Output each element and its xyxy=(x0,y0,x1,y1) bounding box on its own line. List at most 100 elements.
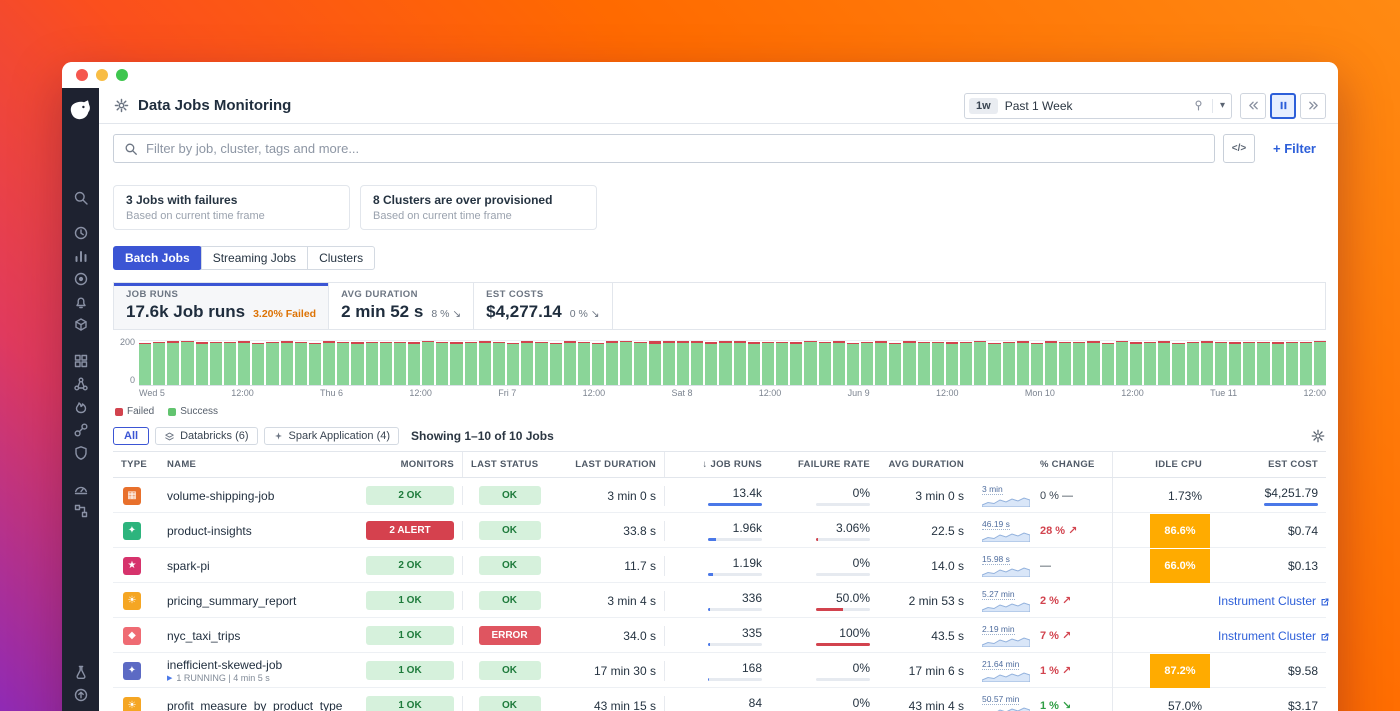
search-icon[interactable] xyxy=(73,190,89,206)
table-row[interactable]: ☀ pricing_summary_report 1 OK OK 3 min 4… xyxy=(113,583,1326,618)
datadog-logo[interactable] xyxy=(69,98,93,122)
chart-bar xyxy=(1116,341,1128,385)
column-header-type[interactable]: TYPE xyxy=(113,452,159,477)
table-row[interactable]: ☀ profit_measure_by_product_type 1 OK OK… xyxy=(113,688,1326,711)
chart-bar xyxy=(1045,341,1057,385)
stat-job-runs[interactable]: JOB RUNS 17.6k Job runs 3.20% Failed xyxy=(114,283,329,329)
fast-forward-button[interactable] xyxy=(1300,93,1326,119)
column-header--change[interactable]: % CHANGE xyxy=(1032,452,1112,477)
zoom-window-button[interactable] xyxy=(116,69,128,81)
pipelines-icon[interactable] xyxy=(73,503,89,519)
pause-button[interactable] xyxy=(1270,93,1296,119)
table-row[interactable]: ✦ product-insights 2 ALERT OK 33.8 s 1.9… xyxy=(113,513,1326,548)
job-name[interactable]: volume-shipping-job xyxy=(167,489,350,503)
job-runs-bar xyxy=(708,538,762,541)
table-row[interactable]: ▦ volume-shipping-job 2 OK OK 3 min 0 s … xyxy=(113,478,1326,513)
table-row[interactable]: ◆ nyc_taxi_trips 1 OK ERROR 34.0 s 335 1… xyxy=(113,618,1326,653)
filter-chip-all[interactable]: All xyxy=(113,427,149,445)
monitors-cell: 1 OK xyxy=(358,591,462,610)
job-name[interactable]: product-insights xyxy=(167,524,350,538)
deploy-icon[interactable] xyxy=(73,687,89,703)
minimize-window-button[interactable] xyxy=(96,69,108,81)
chevron-down-icon[interactable]: ▾ xyxy=(1212,99,1225,113)
filter-chip-databricks-6-[interactable]: Databricks (6) xyxy=(155,427,257,445)
monitors-icon[interactable] xyxy=(73,294,89,310)
instrument-cluster-link[interactable]: Instrument Cluster xyxy=(1218,594,1330,608)
x-axis-tick: Wed 5 xyxy=(139,388,165,398)
links-icon[interactable] xyxy=(73,422,89,438)
add-filter-button[interactable]: + Filter xyxy=(1263,141,1326,156)
close-window-button[interactable] xyxy=(76,69,88,81)
job-runs-chart[interactable]: 200 0 Wed 512:00Thu 612:00Fri 712:00Sat … xyxy=(113,340,1326,398)
table-row[interactable]: ★ spark-pi 2 OK OK 11.7 s 1.19k 0% 14.0 … xyxy=(113,548,1326,583)
job-type-cell: ✦ xyxy=(113,522,159,540)
avg-duration-cell: 17 min 6 s xyxy=(878,664,972,678)
chart-bar xyxy=(1300,342,1312,385)
column-header-avg-duration[interactable]: AVG DURATION xyxy=(878,452,972,477)
failure-rate-cell: 3.06% xyxy=(770,521,878,541)
status-pill: OK xyxy=(479,521,541,540)
instrument-cluster-link[interactable]: Instrument Cluster xyxy=(1218,629,1330,643)
avg-duration-sparkline-cell: 2.19 min xyxy=(972,624,1032,648)
table-row[interactable]: ✦ inefficient-skewed-job ▶1 RUNNING | 4 … xyxy=(113,653,1326,688)
insight-card[interactable]: 3 Jobs with failures Based on current ti… xyxy=(113,185,350,230)
job-name-cell[interactable]: profit_measure_by_product_type xyxy=(159,699,358,711)
time-range-picker[interactable]: 1w Past 1 Week ▾ xyxy=(964,93,1232,119)
job-type-cell: ☀ xyxy=(113,592,159,610)
playback-controls xyxy=(1240,93,1326,119)
search-row: </> + Filter xyxy=(99,124,1338,173)
tab-streaming-jobs[interactable]: Streaming Jobs xyxy=(201,246,308,270)
last-status-cell: OK xyxy=(462,556,556,575)
metrics-icon[interactable] xyxy=(73,248,89,264)
chart-bar xyxy=(535,342,547,385)
idle-cpu-cell: 57.0% xyxy=(1112,688,1210,711)
stat-avg-duration[interactable]: AVG DURATION 2 min 52 s 8 % ↘ xyxy=(329,283,474,329)
column-header-name[interactable]: NAME xyxy=(159,452,358,477)
history-icon[interactable] xyxy=(73,225,89,241)
apm-icon[interactable] xyxy=(73,399,89,415)
job-name[interactable]: inefficient-skewed-job xyxy=(167,658,350,672)
job-name-cell[interactable]: nyc_taxi_trips xyxy=(159,629,358,643)
gauge-icon[interactable] xyxy=(73,480,89,496)
column-header-est-cost[interactable]: EST COST xyxy=(1210,452,1326,477)
job-name-cell[interactable]: product-insights xyxy=(159,524,358,538)
column-header-last-duration[interactable]: LAST DURATION xyxy=(556,452,664,477)
job-name-cell[interactable]: pricing_summary_report xyxy=(159,594,358,608)
job-name-cell[interactable]: inefficient-skewed-job ▶1 RUNNING | 4 mi… xyxy=(159,658,358,683)
job-name[interactable]: nyc_taxi_trips xyxy=(167,629,350,643)
job-name[interactable]: profit_measure_by_product_type xyxy=(167,699,350,711)
failure-rate-bar xyxy=(816,643,870,646)
chart-bars xyxy=(139,340,1326,386)
filter-search-input[interactable] xyxy=(146,141,1204,156)
tab-clusters[interactable]: Clusters xyxy=(307,246,375,270)
legend-item-success[interactable]: Success xyxy=(168,406,218,417)
job-name-cell[interactable]: volume-shipping-job xyxy=(159,489,358,503)
filter-chip-spark-application-4-[interactable]: Spark Application (4) xyxy=(264,427,400,445)
job-name[interactable]: spark-pi xyxy=(167,559,350,573)
column-header-monitors[interactable]: MONITORS xyxy=(358,452,462,477)
column-header-last-status[interactable]: LAST STATUS xyxy=(462,452,556,477)
processes-icon[interactable] xyxy=(73,353,89,369)
security-icon[interactable] xyxy=(73,445,89,461)
network-icon[interactable] xyxy=(73,376,89,392)
chart-bar xyxy=(465,342,477,385)
stat-est-costs[interactable]: EST COSTS $4,277.14 0 % ↘ xyxy=(474,283,612,329)
query-syntax-button[interactable]: </> xyxy=(1223,134,1255,163)
insight-card[interactable]: 8 Clusters are over provisioned Based on… xyxy=(360,185,597,230)
job-name[interactable]: pricing_summary_report xyxy=(167,594,350,608)
watchdog-icon[interactable] xyxy=(73,271,89,287)
legend-item-failed[interactable]: Failed xyxy=(115,406,154,417)
tab-batch-jobs[interactable]: Batch Jobs xyxy=(113,246,202,270)
column-header-failure-rate[interactable]: FAILURE RATE xyxy=(770,452,878,477)
column-header-idle-cpu[interactable]: IDLE CPU xyxy=(1112,452,1210,477)
table-settings-gear-icon[interactable] xyxy=(1310,428,1326,444)
column-header-job-runs[interactable]: ↓ JOB RUNS xyxy=(664,452,770,477)
infrastructure-icon[interactable] xyxy=(73,317,89,333)
flask-icon[interactable] xyxy=(73,664,89,680)
chart-bar xyxy=(1286,342,1298,385)
job-name-cell[interactable]: spark-pi xyxy=(159,559,358,573)
chart-bar xyxy=(1031,343,1043,385)
idle-cpu-badge: 86.6% xyxy=(1150,514,1210,548)
rewind-button[interactable] xyxy=(1240,93,1266,119)
pin-icon[interactable] xyxy=(1192,99,1205,112)
